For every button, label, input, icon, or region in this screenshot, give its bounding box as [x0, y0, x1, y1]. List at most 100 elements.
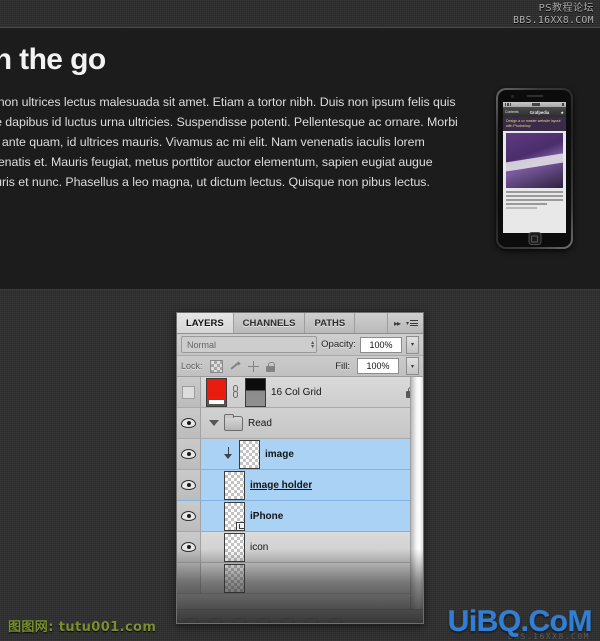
- fill-label: Fill:: [335, 360, 350, 372]
- table-row[interactable]: icon: [177, 532, 423, 563]
- tab-strip-spacer: [355, 313, 388, 333]
- layer-name[interactable]: image: [265, 449, 294, 460]
- layer-thumbnail[interactable]: [224, 563, 245, 593]
- lock-row: Lock: Fill: 100% ▾: [177, 356, 423, 377]
- iphone-screen: Contents Grafpedia ★ Design a cv master …: [503, 102, 566, 233]
- phone-article-body: [503, 190, 566, 212]
- eye-icon: [181, 449, 196, 459]
- lock-all-icon[interactable]: [265, 362, 275, 372]
- blend-mode-stepper-icon[interactable]: ▴ ▾: [311, 340, 314, 350]
- layer-row-body: icon: [201, 532, 423, 562]
- eye-off-icon: [182, 385, 195, 399]
- table-row[interactable]: 16 Col Grid: [177, 377, 423, 408]
- nav-back-button[interactable]: Contents: [505, 110, 519, 114]
- iphone-camera-icon: [511, 94, 514, 98]
- collapse-panel-icon[interactable]: ▸▸: [394, 319, 401, 328]
- opacity-input[interactable]: 100%: [360, 336, 402, 353]
- lock-label: Lock:: [181, 361, 203, 371]
- chevron-down-icon[interactable]: [209, 420, 219, 426]
- blend-mode-select[interactable]: Normal ▴ ▾: [181, 336, 318, 353]
- folder-icon: [224, 413, 243, 431]
- layer-visibility-toggle[interactable]: [177, 408, 201, 438]
- watermark-top-right: PS教程论坛 BBS.16XX8.COM: [513, 3, 594, 27]
- layer-thumbnail[interactable]: [206, 377, 227, 407]
- watermark-bottom-left: 图图网: tutu001.com: [8, 620, 157, 635]
- tab-channels[interactable]: CHANNELS: [234, 313, 306, 333]
- lock-transparency-icon[interactable]: [209, 359, 223, 373]
- adjustment-layer-icon[interactable]: [257, 617, 270, 623]
- add-mask-icon[interactable]: [233, 617, 246, 623]
- table-row[interactable]: image: [177, 439, 423, 470]
- delete-layer-icon[interactable]: [329, 617, 342, 623]
- table-row[interactable]: [177, 563, 423, 594]
- layer-name[interactable]: image holder: [250, 480, 312, 491]
- new-group-icon[interactable]: [281, 617, 294, 623]
- nav-title: Grafpedia: [529, 109, 550, 115]
- new-layer-icon[interactable]: [305, 617, 318, 623]
- link-layers-icon[interactable]: [185, 617, 198, 623]
- layer-visibility-toggle[interactable]: [177, 470, 201, 500]
- eye-icon: [181, 511, 196, 521]
- table-row[interactable]: iPhone: [177, 501, 423, 532]
- watermark-top-right-line1: PS教程论坛: [538, 3, 594, 14]
- layer-thumbnail[interactable]: [224, 532, 245, 562]
- star-icon[interactable]: ★: [560, 110, 564, 115]
- layers-scrollbar[interactable]: [410, 377, 423, 609]
- layer-name[interactable]: Read: [248, 418, 272, 429]
- clipping-mask-icon: [224, 447, 234, 461]
- layer-thumbnail[interactable]: [239, 439, 260, 469]
- article-body-text: rci, non ultrices lectus malesuada sit a…: [0, 95, 458, 189]
- link-mask-icon[interactable]: [232, 385, 240, 399]
- layer-thumbnail[interactable]: [224, 501, 245, 531]
- panel-menu-icon[interactable]: ▾: [406, 319, 418, 328]
- blend-mode-value: Normal: [187, 339, 217, 350]
- lock-brush-icon[interactable]: [230, 361, 241, 372]
- ios-nav-bar: Contents Grafpedia ★: [503, 107, 566, 117]
- layers-panel-toolbar: [177, 609, 423, 623]
- layer-row-body: [201, 563, 423, 593]
- opacity-label: Opacity:: [321, 339, 356, 350]
- iphone-home-button[interactable]: [528, 232, 541, 245]
- watermark-bottom-right: UiBQ.CoM: [447, 605, 593, 638]
- eye-icon: [181, 418, 196, 428]
- eye-icon: [181, 480, 196, 490]
- status-clock: [532, 103, 540, 106]
- table-row[interactable]: Read: [177, 408, 423, 439]
- iphone-speaker: [526, 95, 543, 97]
- tab-paths[interactable]: PATHS: [305, 313, 356, 333]
- smart-object-icon: [236, 521, 245, 531]
- layer-row-body: image: [201, 439, 423, 469]
- phone-article-image: [506, 133, 563, 188]
- lock-move-icon[interactable]: [247, 360, 259, 372]
- layers-list[interactable]: 16 Col Grid Read image image holder iPho…: [177, 377, 423, 609]
- iphone-mockup: Contents Grafpedia ★ Design a cv master …: [496, 88, 573, 249]
- layer-visibility-toggle[interactable]: [177, 439, 201, 469]
- fill-dropdown-icon[interactable]: ▾: [406, 357, 419, 375]
- page-header-band: [0, 0, 600, 28]
- screenshot-stage: PS教程论坛 BBS.16XX8.COM on the go rci, non …: [0, 0, 600, 641]
- blend-opacity-row: Normal ▴ ▾ Opacity: 100% ▾: [177, 334, 423, 356]
- iphone-body: Contents Grafpedia ★ Design a cv master …: [498, 90, 571, 247]
- table-row[interactable]: image holder: [177, 470, 423, 501]
- layer-row-body: image holder: [201, 470, 423, 500]
- layer-name[interactable]: iPhone: [250, 511, 283, 522]
- layer-mask-thumbnail[interactable]: [245, 377, 266, 407]
- layer-row-body: 16 Col Grid: [201, 377, 423, 407]
- phone-article-heading: Design a cv master website layout with P…: [503, 117, 566, 131]
- layer-thumbnail[interactable]: [224, 470, 245, 500]
- eye-icon: [181, 542, 196, 552]
- fill-input[interactable]: 100%: [357, 358, 399, 374]
- layer-name[interactable]: icon: [250, 542, 268, 553]
- tab-layers[interactable]: LAYERS: [177, 313, 234, 333]
- layer-row-body: Read: [201, 413, 423, 431]
- layer-row-body: iPhone: [201, 501, 423, 531]
- layer-name[interactable]: 16 Col Grid: [271, 387, 322, 398]
- layer-visibility-toggle[interactable]: [177, 377, 201, 407]
- layer-visibility-toggle[interactable]: [177, 501, 201, 531]
- layer-style-icon[interactable]: [209, 617, 222, 623]
- layer-visibility-toggle[interactable]: [177, 532, 201, 562]
- battery-icon: [561, 103, 564, 106]
- opacity-dropdown-icon[interactable]: ▾: [406, 335, 419, 354]
- layer-visibility-toggle[interactable]: [177, 563, 201, 593]
- panel-tab-strip: LAYERS CHANNELS PATHS ▸▸ ▾: [177, 313, 423, 334]
